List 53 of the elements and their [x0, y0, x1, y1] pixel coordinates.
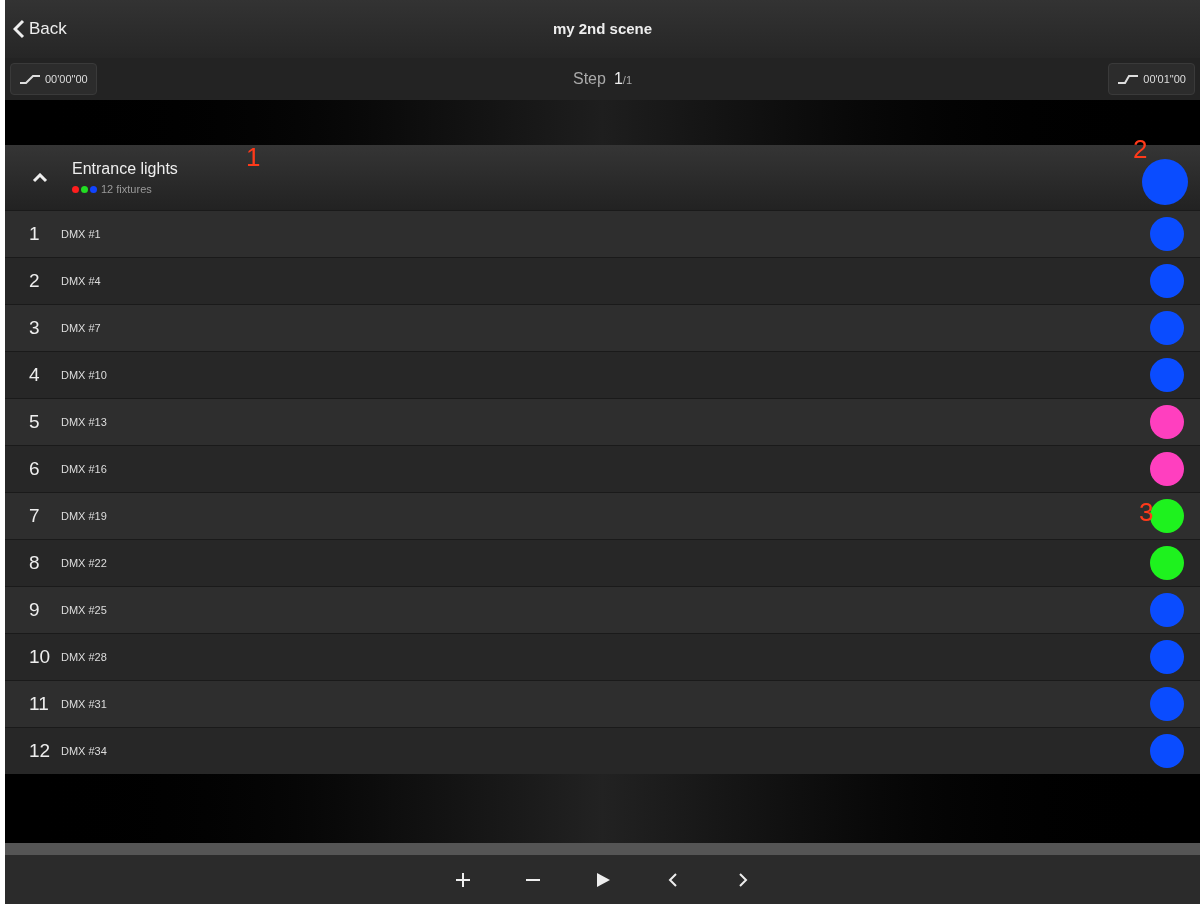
fixture-name: DMX #28 [61, 649, 107, 665]
fixture-count: 12 fixtures [101, 182, 152, 198]
fixture-name: DMX #31 [61, 696, 107, 712]
fixture-number: 7 [28, 503, 41, 528]
add-icon [454, 871, 471, 888]
color-swatch[interactable] [1150, 405, 1184, 439]
color-swatch[interactable] [1150, 734, 1184, 768]
back-chevron-icon [13, 19, 25, 39]
fixture-name: DMX #34 [61, 743, 107, 759]
step-label: Step [573, 69, 606, 89]
step-total: /1 [622, 74, 632, 88]
fixture-number: 5 [28, 409, 41, 434]
fixture-number: 3 [28, 315, 41, 340]
color-swatch[interactable] [1150, 217, 1184, 251]
fixture-name: DMX #25 [61, 602, 107, 618]
fixture-number: 11 [28, 691, 50, 716]
color-swatch[interactable] [1150, 264, 1184, 298]
color-swatch[interactable] [1142, 158, 1188, 205]
fixture-name: DMX #7 [61, 320, 101, 336]
fixture-number: 10 [28, 644, 52, 669]
color-swatch[interactable] [1150, 358, 1184, 392]
callout-number: 1 [246, 141, 261, 174]
fixture-number: 9 [28, 597, 41, 622]
fixture-number: 2 [28, 268, 41, 293]
fixture-number: 6 [28, 456, 41, 481]
callout-number: 2 [1133, 133, 1148, 166]
fade-out-button[interactable]: 00'01"00 [1108, 63, 1195, 95]
minus-icon [524, 878, 541, 881]
fixture-number: 4 [28, 362, 41, 387]
fixture-number: 12 [28, 738, 52, 763]
color-swatch[interactable] [1150, 640, 1184, 674]
fixture-name: DMX #4 [61, 273, 101, 289]
fixture-name: DMX #10 [61, 367, 107, 383]
color-swatch[interactable] [1150, 452, 1184, 486]
collapse-chevron-icon[interactable] [32, 172, 48, 183]
fade-in-button[interactable]: 00'00"00 [10, 63, 97, 95]
scene-title: my 2nd scene [552, 18, 653, 39]
fixture-name: DMX #16 [61, 461, 107, 477]
color-swatch[interactable] [1150, 546, 1184, 580]
fixture-name: DMX #19 [61, 508, 107, 524]
fixture-number: 8 [28, 550, 41, 575]
fixture-name: DMX #1 [61, 226, 101, 242]
back-button[interactable]: Back [5, 16, 67, 42]
color-swatch[interactable] [1150, 311, 1184, 345]
color-swatch[interactable] [1150, 593, 1184, 627]
step-number: 1 [613, 69, 623, 89]
fixture-name: DMX #13 [61, 414, 107, 430]
fixture-number: 1 [28, 221, 41, 246]
ramp-down-icon [1117, 74, 1140, 84]
color-swatch[interactable] [1150, 687, 1184, 721]
ramp-up-icon [19, 74, 41, 84]
fixture-name: DMX #22 [61, 555, 107, 571]
play-icon [594, 871, 611, 888]
